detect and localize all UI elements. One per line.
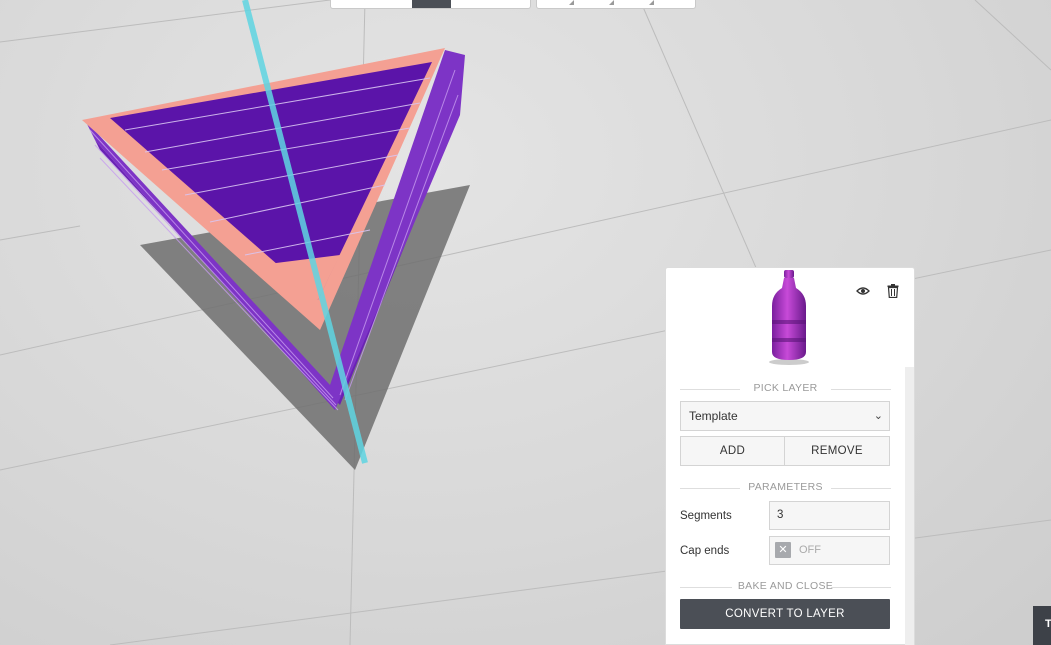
chevron-down-icon: ⌄ [873,410,883,422]
trash-icon[interactable] [884,282,902,300]
eye-icon[interactable] [854,282,872,300]
bottle-shape-icon [769,270,809,365]
view-toolbar[interactable] [330,0,531,9]
corner-tab[interactable]: T [1033,606,1051,645]
close-icon: ✕ [775,542,791,558]
dropdown-corner-icon[interactable] [649,0,654,5]
view-toolbar-active-segment[interactable] [412,0,451,8]
segments-label: Segments [680,510,732,522]
pick-layer-heading: PICK LAYER [680,382,891,396]
convert-to-layer-button[interactable]: CONVERT TO LAYER [680,599,890,629]
cap-ends-toggle[interactable]: ✕ OFF [769,536,890,565]
dropdown-corner-icon[interactable] [609,0,614,5]
panel-scrollbar[interactable] [905,367,914,645]
cap-ends-label: Cap ends [680,545,730,557]
transform-toolbar[interactable] [536,0,696,9]
dropdown-corner-icon[interactable] [569,0,574,5]
segments-input[interactable]: 3 [769,501,890,530]
remove-button[interactable]: REMOVE [785,436,890,466]
add-button[interactable]: ADD [680,436,785,466]
bake-and-close-heading: BAKE AND CLOSE [680,580,891,594]
cap-ends-state: OFF [799,544,821,556]
parameters-heading: PARAMETERS [680,481,891,495]
object-panel: PICK LAYER Template ⌄ ADD REMOVE PARAMET… [665,267,915,645]
layer-select-value: Template [689,409,738,423]
layer-select[interactable]: Template ⌄ [680,401,890,431]
